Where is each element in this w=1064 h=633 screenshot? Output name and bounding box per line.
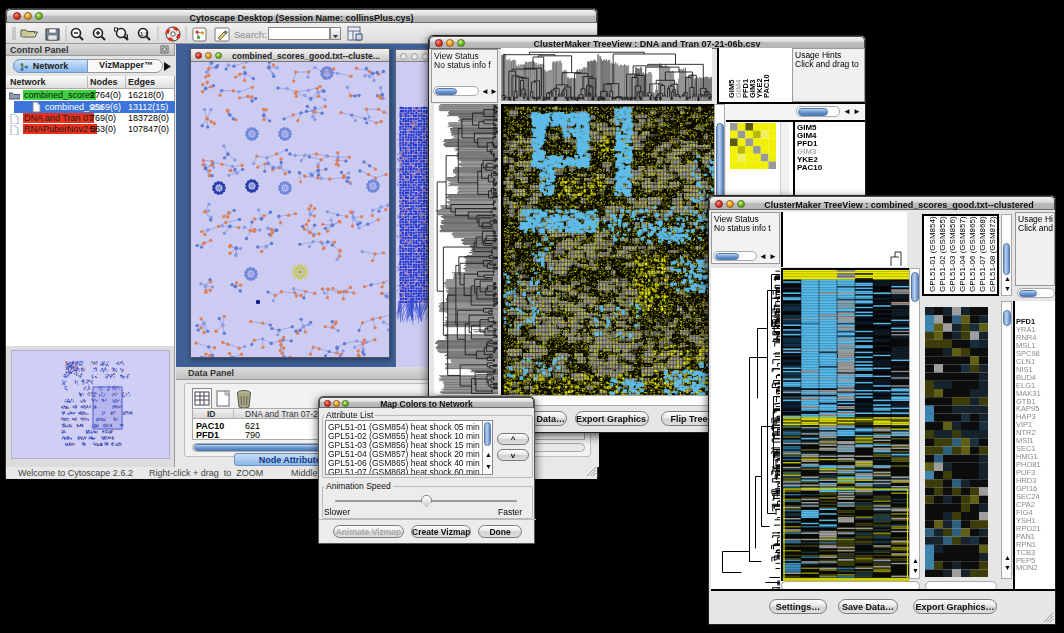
- svg-text:1:1: 1:1: [140, 31, 148, 37]
